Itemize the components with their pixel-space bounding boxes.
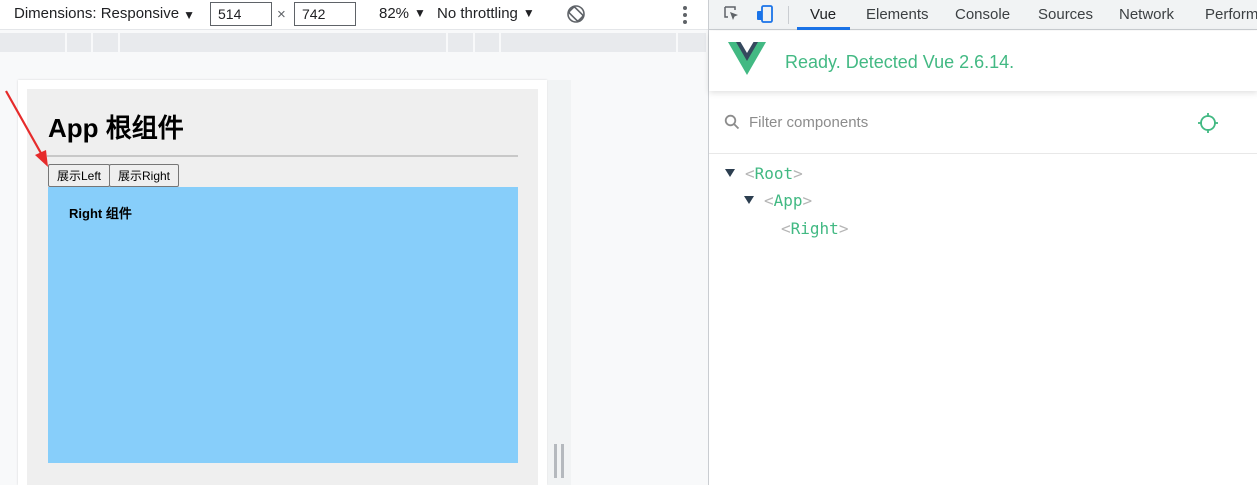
component-name: App [773, 190, 803, 210]
resize-handle[interactable] [554, 444, 564, 478]
component-name: Right [790, 218, 839, 238]
dimensions-label: Dimensions: Responsive [14, 5, 180, 22]
chevron-down-icon: ▼ [522, 6, 535, 20]
annotation-arrow [5, 90, 48, 167]
tab-console[interactable]: Console [955, 0, 1010, 30]
width-input[interactable] [210, 2, 272, 26]
device-toolbar: Dimensions: Responsive ▼ × 82% ▼ No thro… [0, 0, 708, 30]
dimensions-select[interactable]: Dimensions: Responsive ▼ [14, 5, 195, 22]
active-tab-indicator [797, 27, 850, 30]
zoom-label: 82% [379, 5, 410, 22]
component-filter-bar [709, 101, 1257, 154]
vue-detection-status: Ready. Detected Vue 2.6.14. [785, 52, 1015, 72]
tab-sources[interactable]: Sources [1038, 0, 1093, 30]
right-component-title: Right 组件 [69, 206, 132, 221]
chevron-down-icon: ▼ [183, 7, 195, 22]
search-icon [724, 114, 740, 130]
more-options-icon[interactable] [680, 6, 690, 24]
zoom-select[interactable]: 82% ▼ [379, 5, 426, 22]
throttling-label: No throttling [437, 5, 518, 22]
target-icon[interactable] [1197, 112, 1219, 134]
rotate-icon[interactable] [566, 4, 586, 24]
tab-performance[interactable]: Perform [1205, 0, 1257, 30]
tree-node-root[interactable]: < Root > [725, 162, 803, 184]
divider [47, 155, 518, 157]
vue-devtools-header: Ready. Detected Vue 2.6.14. [709, 31, 1257, 91]
toolbar-separator [788, 6, 789, 24]
right-component-box [48, 187, 518, 463]
media-query-ruler[interactable] [0, 33, 706, 52]
component-name: Root [754, 163, 794, 183]
inspect-element-icon[interactable] [723, 5, 741, 23]
page-title: App 根组件 [48, 113, 184, 143]
vue-logo-icon [728, 42, 766, 75]
tab-vue[interactable]: Vue [810, 0, 836, 30]
tab-elements[interactable]: Elements [866, 0, 929, 30]
devtools-tab-bar: Vue Elements Console Sources Network Per… [709, 0, 1257, 30]
times-symbol: × [277, 6, 286, 23]
show-right-button[interactable]: 展示Right [109, 164, 179, 187]
height-input[interactable] [294, 2, 356, 26]
throttling-select[interactable]: No throttling ▼ [437, 5, 535, 22]
filter-components-input[interactable] [749, 109, 1169, 135]
device-emulation-pane: Dimensions: Responsive ▼ × 82% ▼ No thro… [0, 0, 708, 485]
device-toggle-icon[interactable] [755, 4, 775, 24]
chevron-down-icon: ▼ [414, 6, 426, 20]
tree-node-right[interactable]: < Right > [781, 217, 848, 239]
expand-arrow-icon[interactable] [725, 169, 735, 177]
viewport-resize-strip [548, 80, 571, 485]
devtools-panel: Vue Elements Console Sources Network Per… [708, 0, 1257, 485]
tab-network[interactable]: Network [1119, 0, 1174, 30]
expand-arrow-icon[interactable] [744, 196, 754, 204]
tree-node-app[interactable]: < App > [744, 189, 812, 211]
